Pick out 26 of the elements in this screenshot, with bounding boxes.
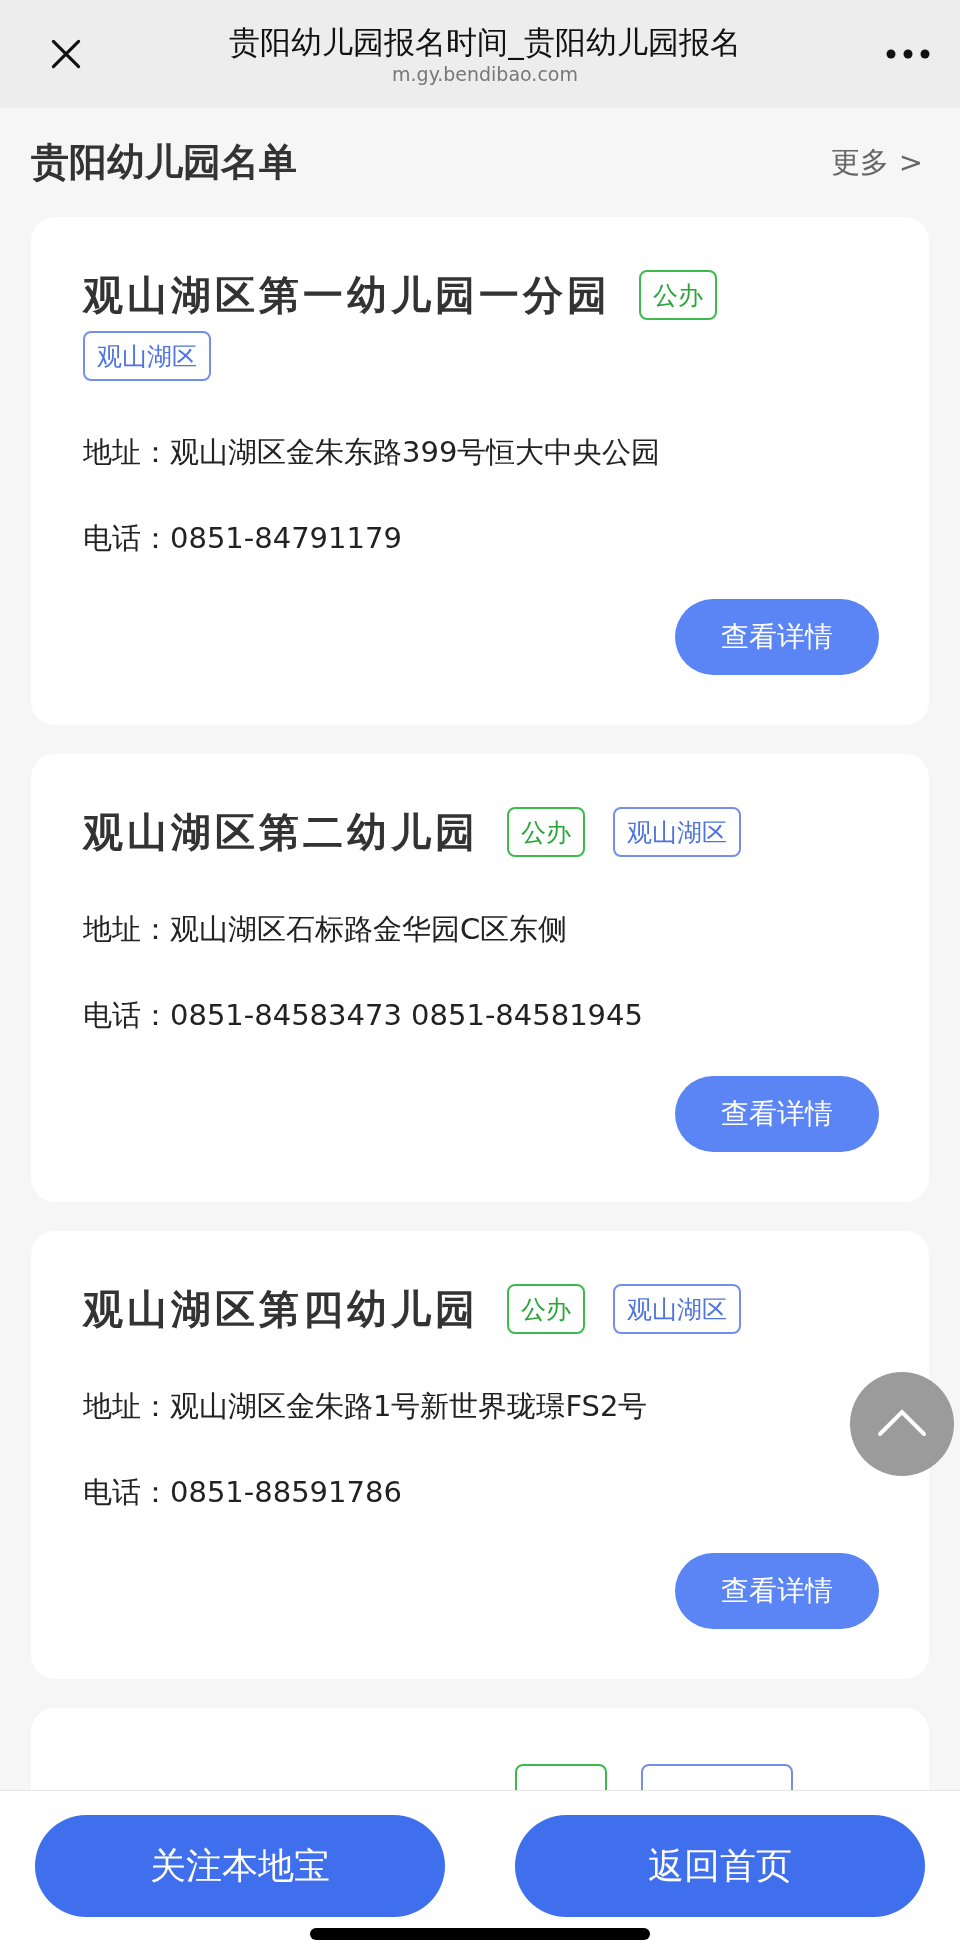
scroll-top-button[interactable] [850,1372,954,1476]
address-text: 地址：观山湖区金朱东路399号恒大中央公园 [83,434,662,471]
tag: 公办 [507,1284,585,1334]
details-button[interactable]: 查看详情 [675,1076,879,1152]
address-text: 地址：观山湖区金朱路1号新世界珑璟FS2号 [83,1388,649,1425]
tag: 观山湖区 [613,1284,741,1334]
more-icon[interactable] [886,49,930,59]
address-text: 地址：观山湖区石标路金华园C区东侧 [83,911,569,948]
more-link[interactable]: 更多 > [831,142,923,183]
section-heading: 贵阳幼儿园名单 [31,139,297,186]
tag: 公办 [639,270,717,320]
bottom-button[interactable]: 返回首页 [515,1815,925,1917]
phone-text: 电话：0851-88591786 [83,1474,403,1511]
details-button[interactable]: 查看详情 [675,599,879,675]
tag: 观山湖区 [613,807,741,857]
bottom-button[interactable]: 关注本地宝 [35,1815,445,1917]
kindergarten-name: 观山湖区第二幼儿园 [83,808,479,857]
page-title: 贵阳幼儿园报名时间_贵阳幼儿园报名 [228,23,742,62]
tag: 观山湖区 [83,331,211,381]
tag: 公办 [507,807,585,857]
kindergarten-name: 观山湖区第四幼儿园 [83,1285,479,1334]
phone-text: 电话：0851-84791179 [83,520,403,557]
page-url: m.gy.bendibao.com [391,62,579,86]
phone-text: 电话：0851-84583473 0851-84581945 [83,997,644,1034]
kindergarten-name: 观山湖区第一幼儿园一分园 [83,271,611,320]
details-button[interactable]: 查看详情 [675,1553,879,1629]
